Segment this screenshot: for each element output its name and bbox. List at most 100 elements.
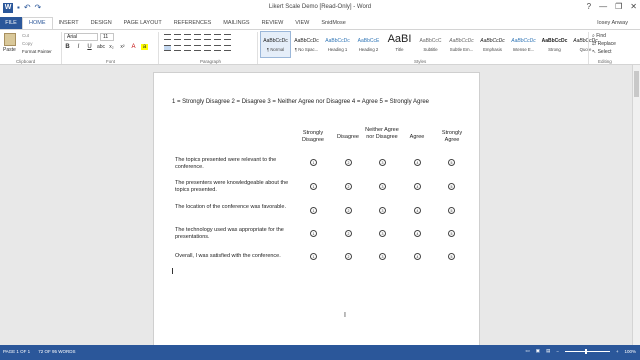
restore-button[interactable]: ❐: [615, 2, 622, 11]
replace-button[interactable]: ⇄ Replace: [592, 41, 616, 47]
paste-button[interactable]: Paste: [3, 47, 16, 53]
tab-mailings[interactable]: MAILINGS: [217, 17, 255, 29]
rating-option: 3: [379, 253, 386, 260]
style-normal[interactable]: AaBbCcDc ¶ Normal: [260, 31, 291, 58]
paste-icon[interactable]: [4, 33, 16, 46]
rating-option: 3: [379, 159, 386, 166]
rating-option: 5: [448, 230, 455, 237]
subscript-icon[interactable]: x₂: [108, 44, 115, 50]
format-painter-button[interactable]: Format Painter: [22, 49, 52, 54]
rating-option: 5: [448, 183, 455, 190]
separator: [158, 32, 159, 64]
style-heading-1[interactable]: AaBbCcDc Heading 1: [322, 31, 353, 58]
multilevel-list-icon[interactable]: [184, 34, 191, 40]
highlight-icon[interactable]: a: [141, 44, 148, 50]
vertical-scrollbar[interactable]: [632, 65, 640, 345]
find-button[interactable]: ⌕ Find: [592, 33, 606, 39]
style-title[interactable]: AaBI Title: [384, 31, 415, 58]
style-emphasis[interactable]: AaBbCcDc Emphasis: [477, 31, 508, 58]
help-button[interactable]: ?: [587, 2, 591, 11]
tab-references[interactable]: REFERENCES: [168, 17, 218, 29]
ribbon-tabs: FILE HOME INSERT DESIGN PAGE LAYOUT REFE…: [0, 17, 640, 29]
style-name: Intense E...: [512, 47, 535, 52]
read-mode-icon[interactable]: ▭: [525, 348, 529, 354]
style-strong[interactable]: AaBbCcDc Strong: [539, 31, 570, 58]
zoom-slider[interactable]: [564, 348, 610, 354]
style-name: ¶ No Spac...: [294, 47, 319, 52]
cut-button[interactable]: Cut: [22, 33, 29, 38]
tab-view[interactable]: VIEW: [289, 17, 315, 29]
rating-option: 3: [379, 183, 386, 190]
underline-icon[interactable]: U: [86, 44, 93, 50]
rating-option: 5: [448, 159, 455, 166]
question-1: The topics presented were relevant to th…: [175, 157, 277, 170]
decrease-indent-icon[interactable]: [194, 34, 201, 40]
minimize-button[interactable]: —: [599, 2, 607, 11]
align-right-icon[interactable]: [184, 45, 191, 51]
user-name[interactable]: Iosey Anway: [597, 17, 628, 29]
tab-file[interactable]: FILE: [0, 17, 22, 29]
tab-insert[interactable]: INSERT: [53, 17, 85, 29]
question-2: The presenters were knowledgeable about …: [175, 180, 289, 193]
tab-design[interactable]: DESIGN: [85, 17, 118, 29]
italic-icon[interactable]: I: [75, 44, 82, 50]
rating-option: 4: [414, 230, 421, 237]
document-page[interactable]: 1 = Strongly Disagree 2 = Disagree 3 = N…: [153, 72, 480, 350]
rating-option: 1: [310, 183, 317, 190]
copy-button[interactable]: Copy: [22, 41, 33, 46]
tab-page-layout[interactable]: PAGE LAYOUT: [118, 17, 168, 29]
question-4: The technology used was appropriate for …: [175, 227, 284, 240]
print-layout-icon[interactable]: ▣: [536, 348, 540, 354]
rating-option: 4: [414, 207, 421, 214]
header-disagree: Disagree: [336, 134, 359, 140]
tab-review[interactable]: REVIEW: [256, 17, 290, 29]
line-spacing-icon[interactable]: [204, 45, 211, 51]
bullets-icon[interactable]: [164, 34, 171, 40]
align-left-icon[interactable]: [164, 45, 171, 51]
align-buttons-row: [164, 45, 231, 51]
style-heading-2[interactable]: AaBbCcE Heading 2: [353, 31, 384, 58]
tab-snidmose[interactable]: SnidMose: [315, 17, 351, 29]
show-formatting-icon[interactable]: [224, 34, 231, 40]
increase-indent-icon[interactable]: [204, 34, 211, 40]
styles-group-label: Styles: [414, 59, 427, 64]
strikethrough-icon[interactable]: abc: [97, 44, 105, 50]
font-format-row: B I U abc x₂ x² A a: [64, 44, 148, 50]
zoom-out-button[interactable]: −: [556, 349, 559, 354]
rating-option: 3: [379, 207, 386, 214]
zoom-slider-knob[interactable]: [584, 348, 587, 354]
align-center-icon[interactable]: [174, 45, 181, 51]
word-count[interactable]: 72 OF 95 WORDS: [38, 349, 75, 354]
page-count[interactable]: PAGE 1 OF 1: [3, 349, 30, 354]
style-subtitle[interactable]: AaBbCcC Subtitle: [415, 31, 446, 58]
font-size-box[interactable]: 11: [100, 33, 114, 41]
justify-icon[interactable]: [194, 45, 201, 51]
style-subtle-emphasis[interactable]: AaBbCcDc Subtle Em...: [446, 31, 477, 58]
style-intense-emphasis[interactable]: AaBbCcDc Intense E...: [508, 31, 539, 58]
zoom-level[interactable]: 100%: [624, 349, 636, 354]
numbering-icon[interactable]: [174, 34, 181, 40]
style-name: Emphasis: [483, 47, 502, 52]
font-name-box[interactable]: Arial: [64, 33, 98, 41]
scrollbar-thumb[interactable]: [634, 71, 639, 97]
sort-icon[interactable]: [214, 34, 221, 40]
font-color-icon[interactable]: A: [130, 44, 137, 50]
bold-icon[interactable]: B: [64, 44, 71, 50]
font-group-label: Font: [106, 59, 116, 64]
zoom-in-button[interactable]: +: [616, 349, 619, 354]
shading-icon[interactable]: [214, 45, 221, 51]
rating-option: 3: [379, 230, 386, 237]
select-button[interactable]: ↖ Select: [592, 49, 612, 55]
tab-home[interactable]: HOME: [22, 17, 53, 29]
borders-icon[interactable]: [224, 45, 231, 51]
close-button[interactable]: ✕: [630, 2, 637, 11]
separator: [61, 32, 62, 64]
style-no-spacing[interactable]: AaBbCcDc ¶ No Spac...: [291, 31, 322, 58]
rating-option: 4: [414, 159, 421, 166]
style-sample: AaBbCcDc: [294, 38, 319, 44]
style-sample: AaBbCcC: [419, 38, 442, 44]
web-layout-icon[interactable]: ▤: [546, 348, 550, 354]
separator: [257, 32, 258, 64]
superscript-icon[interactable]: x²: [119, 44, 126, 50]
paragraph-group-label: Paragraph: [200, 59, 222, 64]
